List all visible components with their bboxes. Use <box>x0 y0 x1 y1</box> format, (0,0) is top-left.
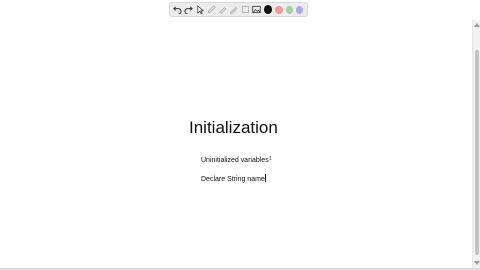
select-icon[interactable] <box>195 4 205 15</box>
text-line-editing[interactable]: Declare String name <box>201 174 266 183</box>
canvas-page[interactable]: Initialization Uninitialized variables 1… <box>0 0 480 270</box>
footnote-marker: 1 <box>269 156 272 162</box>
marker-icon[interactable] <box>229 4 239 15</box>
text-line-content: Uninitialized variables <box>201 157 269 164</box>
page-title[interactable]: Initialization <box>189 118 278 138</box>
color-swatch-green[interactable] <box>285 5 293 14</box>
color-swatch-blue[interactable] <box>295 5 304 14</box>
text-line[interactable]: Uninitialized variables <box>201 157 269 164</box>
color-swatch-pink[interactable] <box>275 5 283 14</box>
redo-icon[interactable] <box>184 4 194 15</box>
shape-icon[interactable] <box>240 4 250 15</box>
color-swatch-black[interactable] <box>263 5 273 14</box>
text-line-content: Declare String name <box>201 176 265 183</box>
image-icon[interactable] <box>251 4 261 15</box>
drawing-toolbar <box>169 2 308 17</box>
highlighter-icon[interactable] <box>218 4 228 15</box>
undo-icon[interactable] <box>173 4 183 15</box>
scrollbar-thumb[interactable] <box>475 50 479 255</box>
vertical-scrollbar[interactable] <box>472 20 480 268</box>
text-caret <box>265 174 266 182</box>
pen-icon[interactable] <box>206 4 216 15</box>
scroll-down-arrow-icon[interactable] <box>474 261 480 265</box>
scroll-up-arrow-icon[interactable] <box>474 23 480 27</box>
